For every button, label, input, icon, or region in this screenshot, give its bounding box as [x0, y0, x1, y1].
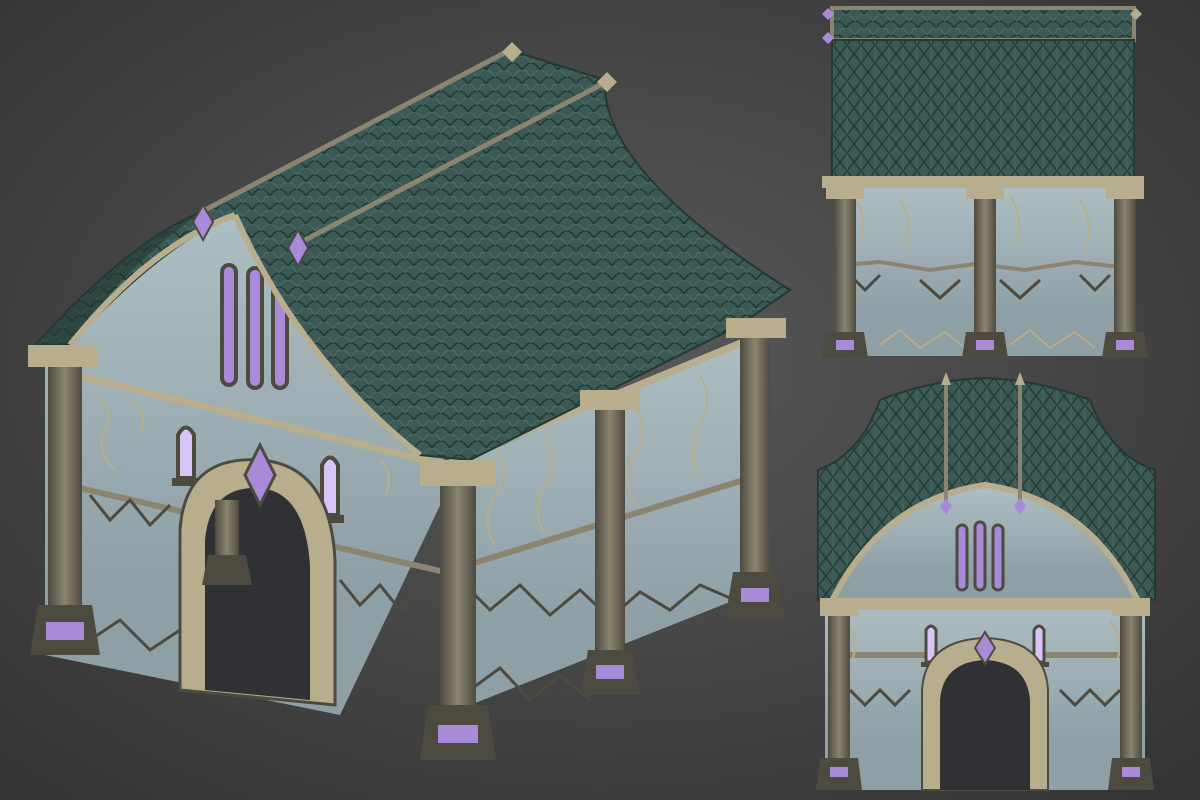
- arched-doorway: [178, 441, 337, 707]
- side-elevation-view: [822, 6, 1148, 358]
- render-stage: [0, 0, 1200, 800]
- front-elevation-view: [816, 372, 1156, 791]
- roof-side-face: [831, 39, 1135, 181]
- roof-ridge-strip: [830, 6, 1136, 42]
- building-render: [0, 0, 1200, 800]
- gable-windows: [955, 520, 1005, 592]
- arched-doorway: [921, 630, 1049, 791]
